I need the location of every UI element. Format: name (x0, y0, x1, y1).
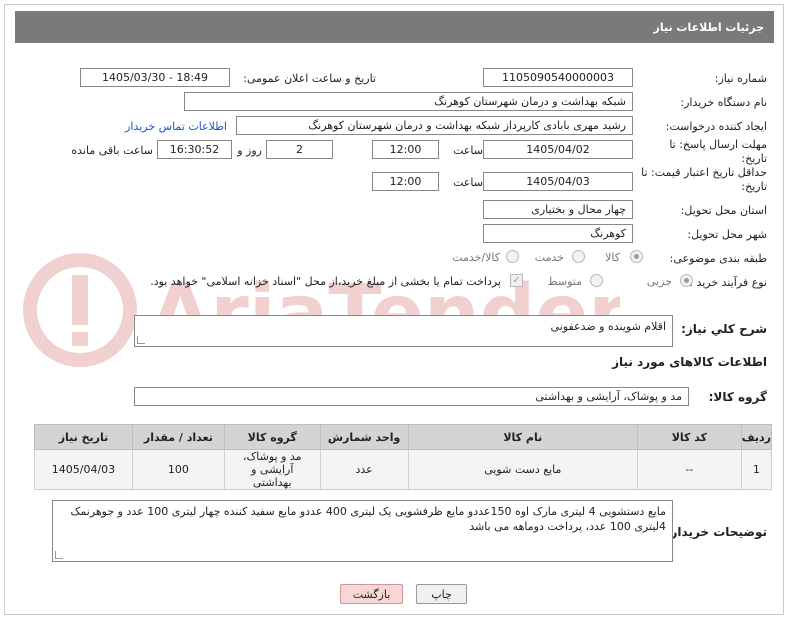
print-button[interactable]: چاپ (416, 584, 467, 604)
col-need-date: تاریخ نیاز (34, 424, 133, 450)
category-option-service: خدمت (534, 251, 564, 264)
category-radio-service[interactable] (572, 250, 585, 263)
announce-label: تاریخ و ساعت اعلان عمومی: (243, 72, 376, 85)
city-label: شهر محل تحویل: (687, 228, 767, 241)
col-item-group: گروه کالا (223, 424, 321, 450)
goods-section-title: اطلاعات کالاهای مورد نیاز (612, 355, 767, 369)
process-label: نوع فرآیند خرید : (689, 276, 767, 289)
cell-need-date: 1405/04/03 (34, 449, 133, 490)
cell-item-code: -- (637, 449, 742, 490)
days-field[interactable]: 2 (266, 140, 333, 159)
back-button[interactable]: بازگشت (340, 584, 403, 604)
table-row: 1 -- مایع دست شویی عدد مد و پوشاک، آرایش… (34, 449, 773, 490)
category-option-goods-service: کالا/خدمت (452, 251, 500, 264)
category-radio-goods-service[interactable] (506, 250, 519, 263)
city-field[interactable]: کوهرنگ (483, 224, 633, 243)
process-radio-medium[interactable] (590, 274, 603, 287)
col-quantity: تعداد / مقدار (131, 424, 225, 450)
remaining-time-field[interactable]: 16:30:52 (157, 140, 232, 159)
cell-item-group: مد و پوشاک، آرایشی و بهداشتی (223, 449, 321, 490)
col-unit: واحد شمارش (319, 424, 409, 450)
treasury-payment-checkbox[interactable]: ✓ (510, 274, 523, 287)
page-header: جزئیات اطلاعات نیاز (15, 11, 774, 43)
need-number-field[interactable]: 1105090540000003 (483, 68, 633, 87)
deadline-label: مهلت ارسال پاسخ: تا تاریخ: (669, 138, 767, 165)
deadline-time-field[interactable]: 12:00 (372, 140, 439, 159)
days-label: روز و (237, 144, 262, 157)
resize-grip[interactable] (55, 551, 63, 559)
validity-label: حداقل تاریخ اعتبار قیمت: تا تاریخ: (641, 166, 767, 193)
goods-group-field[interactable]: مد و پوشاک، آرایشی و بهداشتی (134, 387, 689, 406)
buyer-notes-field[interactable]: مایع دستشویی 4 لیتری مارک اوه 150عددو ما… (52, 500, 673, 562)
goods-group-label: گروه کالا: (708, 390, 767, 404)
buyer-field[interactable]: شبکه بهداشت و درمان شهرستان کوهرنگ (184, 92, 633, 111)
validity-time-field[interactable]: 12:00 (372, 172, 439, 191)
treasury-payment-note: پرداخت تمام یا بخشی از مبلغ خرید،از محل … (150, 275, 501, 288)
deadline-date-field[interactable]: 1405/04/02 (483, 140, 633, 159)
resize-grip[interactable] (137, 336, 145, 344)
col-row-number: ردیف (740, 424, 773, 450)
goods-table: ردیف کد کالا نام کالا واحد شمارش گروه کا… (34, 424, 773, 490)
validity-hour-label: ساعت (453, 176, 483, 189)
requester-field[interactable]: رشید مهری بابادی کارپرداز شبکه بهداشت و … (236, 116, 633, 135)
province-field[interactable]: چهار محال و بختیاری (483, 200, 633, 219)
description-field[interactable]: اقلام شوینده و ضدعفونی (134, 315, 673, 347)
need-number-label: شماره نیاز: (714, 72, 767, 85)
description-text: اقلام شوینده و ضدعفونی (550, 320, 666, 333)
announce-field[interactable]: 1405/03/30 - 18:49 (80, 68, 230, 87)
category-radio-goods[interactable] (630, 250, 643, 263)
process-option-medium: متوسط (547, 275, 582, 288)
cell-row-number: 1 (740, 449, 773, 490)
description-label: شرح کلي نياز: (681, 322, 767, 336)
validity-date-field[interactable]: 1405/04/03 (483, 172, 633, 191)
page-title: جزئیات اطلاعات نیاز (653, 20, 765, 34)
buyer-contact-link[interactable]: اطلاعات تماس خریدار (125, 120, 227, 133)
col-item-name: نام کالا (407, 424, 639, 450)
requester-label: ایجاد کننده درخواست: (665, 120, 767, 133)
remaining-label: ساعت باقی مانده (71, 144, 153, 157)
category-label: طبقه بندی موضوعی: (669, 252, 767, 265)
goods-table-header: ردیف کد کالا نام کالا واحد شمارش گروه کا… (34, 424, 773, 450)
deadline-hour-label: ساعت (453, 144, 483, 157)
cell-item-name: مایع دست شویی (407, 449, 639, 490)
province-label: استان محل تحویل: (680, 204, 767, 217)
cell-unit: عدد (319, 449, 409, 490)
col-item-code: کد کالا (637, 424, 742, 450)
buyer-notes-label: توضیحات خریدار: (665, 525, 767, 539)
cell-quantity: 100 (131, 449, 225, 490)
buyer-notes-text: مایع دستشویی 4 لیتری مارک اوه 150عددو ما… (70, 505, 666, 533)
buyer-label: نام دستگاه خریدار: (680, 96, 767, 109)
category-option-goods: کالا (605, 251, 620, 264)
process-option-minor: جزیی (646, 275, 672, 288)
process-radio-minor[interactable] (680, 274, 693, 287)
